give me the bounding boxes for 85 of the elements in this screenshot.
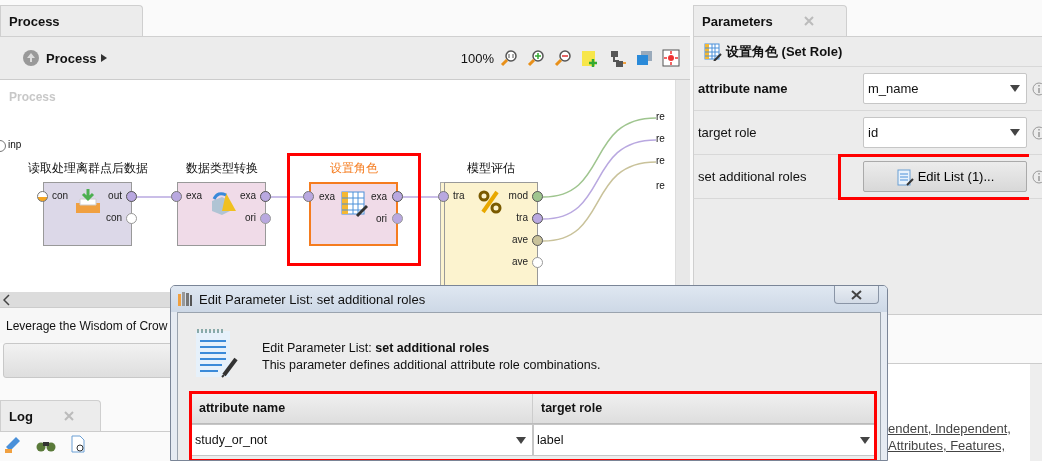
vertical-scrollbar[interactable] — [1030, 364, 1042, 461]
output-port[interactable] — [532, 235, 543, 246]
dropdown-field[interactable]: label — [533, 424, 877, 456]
output-port[interactable] — [260, 191, 271, 202]
column-header[interactable]: attribute name — [191, 393, 533, 423]
port-label: ori — [375, 213, 387, 224]
table-edit-icon — [339, 190, 368, 218]
output-port[interactable] — [532, 191, 543, 202]
parameters-tab[interactable]: Parameters — [693, 5, 847, 36]
port-label: out — [108, 190, 122, 201]
dropdown-arrow-icon — [516, 436, 526, 444]
output-port[interactable] — [126, 191, 137, 202]
input-port[interactable] — [438, 191, 449, 202]
close-icon — [851, 289, 862, 300]
layers-icon[interactable] — [635, 49, 653, 67]
zoom-out-icon[interactable] — [554, 49, 572, 67]
port-label: re — [656, 155, 665, 166]
output-port[interactable] — [260, 213, 271, 224]
port-label: exa — [370, 191, 387, 202]
output-port[interactable] — [392, 191, 403, 202]
output-port[interactable] — [532, 213, 543, 224]
port-label: mod — [508, 190, 528, 201]
port-label: con — [52, 190, 69, 201]
process-tab[interactable]: Process — [0, 5, 143, 36]
dialog-heading: Edit Parameter List: set additional roles — [262, 341, 491, 355]
port-label: exa — [319, 191, 336, 202]
zoom-in-icon[interactable] — [527, 49, 545, 67]
up-circle-icon[interactable] — [22, 49, 40, 67]
dropdown-arrow-icon — [1010, 85, 1020, 92]
operator-label: 设置角色 — [329, 160, 378, 177]
help-link[interactable]: Attributes, Features, — [888, 437, 1006, 454]
dropdown-arrow-icon — [860, 436, 870, 444]
operator-label: 读取处理离群点后数据 — [27, 160, 148, 177]
port-label: tra — [453, 190, 465, 201]
connection-wire — [136, 196, 172, 198]
log-tab[interactable]: Log — [0, 400, 101, 431]
parameter-label: target role — [698, 125, 758, 140]
dialog-description: This parameter defines additional attribute role combinations. — [262, 358, 601, 372]
port-label: inp — [8, 139, 22, 150]
port-label: re — [656, 133, 665, 144]
output-port[interactable] — [392, 213, 403, 224]
operator-label: 数据类型转换 — [185, 160, 258, 177]
document-refresh-icon[interactable] — [70, 435, 86, 453]
input-port[interactable] — [37, 191, 48, 202]
note-add-icon[interactable] — [581, 49, 599, 67]
port-label: ave — [511, 234, 528, 245]
breadcrumb[interactable]: Process — [46, 50, 97, 66]
port-label: con — [105, 212, 122, 223]
dialog-title: Edit Parameter List: set additional roles — [199, 291, 426, 307]
scroll-left-icon[interactable] — [3, 293, 11, 306]
zoom-reset-icon[interactable] — [500, 49, 518, 67]
notepad-icon — [895, 167, 914, 186]
dropdown-field[interactable]: m_name — [863, 73, 1027, 104]
zoom-level: 100% — [460, 50, 494, 66]
table-edit-icon — [704, 42, 722, 61]
port-label: exa — [186, 190, 203, 201]
port-label: ori — [244, 212, 256, 223]
parameter-label: attribute name — [698, 81, 789, 96]
port-label: re — [656, 180, 665, 191]
parameter-label: set additional roles — [698, 169, 808, 184]
help-link[interactable]: endent, Independent, — [888, 420, 1011, 437]
edit-list-button[interactable]: Edit List (1)... — [863, 161, 1027, 192]
port-label: tra — [516, 212, 528, 223]
operator-title: 设置角色 (Set Role) — [726, 42, 843, 61]
connection-wire — [270, 196, 304, 198]
bars-icon — [177, 291, 193, 307]
input-port[interactable] — [171, 191, 182, 202]
output-port[interactable] — [126, 213, 137, 224]
pencil-eraser-icon[interactable] — [4, 435, 22, 453]
port-label: exa — [239, 190, 256, 201]
operator-node[interactable]: con out con — [43, 182, 132, 246]
operator-node[interactable]: exa exa ori — [177, 182, 266, 246]
port-label: re — [656, 111, 665, 122]
operator-label: 模型评估 — [467, 160, 515, 177]
operator-node[interactable]: exa exa ori — [309, 182, 398, 246]
dropdown-field[interactable]: id — [863, 117, 1027, 148]
caret-icon[interactable] — [100, 54, 107, 62]
dropdown-arrow-icon — [1010, 129, 1020, 136]
column-header[interactable]: target role — [533, 393, 877, 423]
help-text: Leverage the Wisdom of Crow — [6, 318, 168, 333]
port-label: ave — [511, 256, 528, 267]
close-button[interactable] — [834, 286, 879, 304]
input-port[interactable] — [303, 191, 314, 202]
dropdown-field[interactable]: study_or_not — [191, 424, 533, 456]
fit-frame-icon[interactable] — [662, 49, 680, 67]
